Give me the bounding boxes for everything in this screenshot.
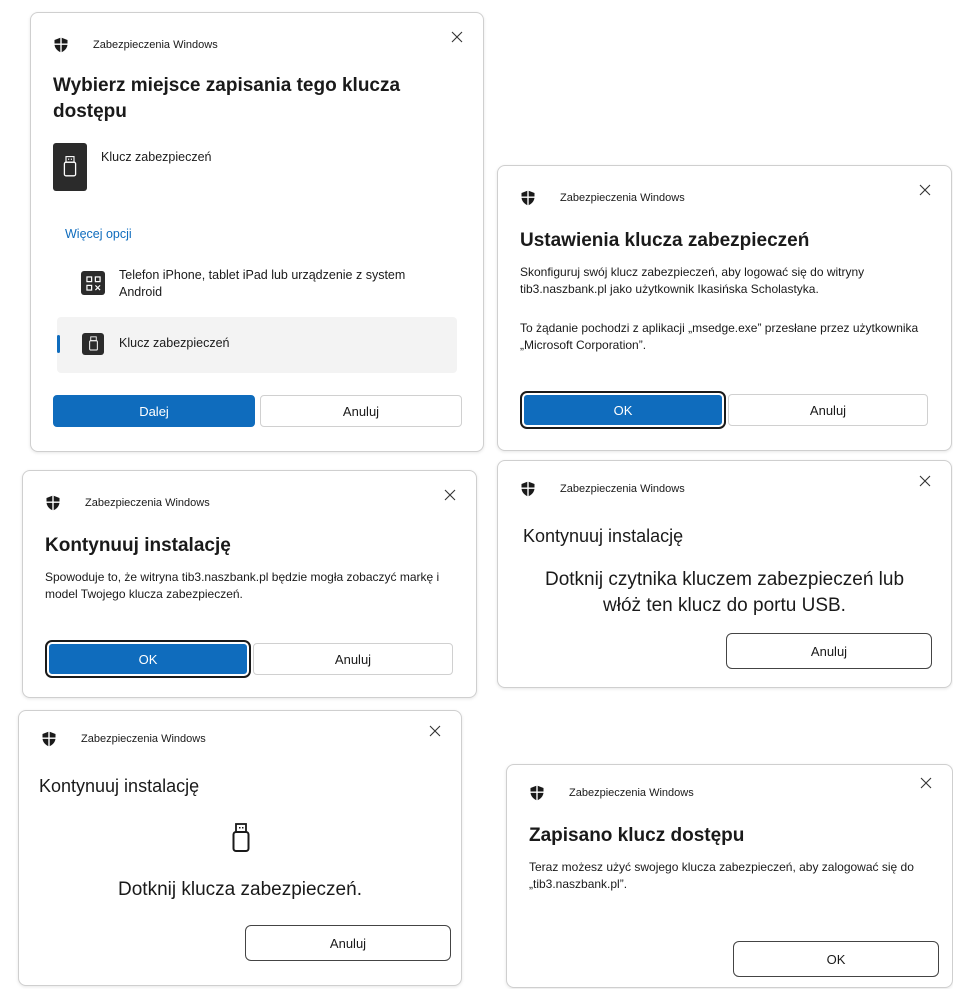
app-name: Zabezpieczenia Windows: [93, 39, 218, 51]
dialog-body: Spowoduje to, że witryna tib3.naszbank.p…: [45, 570, 440, 601]
cancel-button[interactable]: Anuluj: [253, 643, 453, 675]
app-name: Zabezpieczenia Windows: [560, 192, 685, 204]
app-name: Zabezpieczenia Windows: [81, 733, 206, 745]
instruction-text: Dotknij klucza zabezpieczeń.: [118, 879, 362, 900]
usb-key-icon: [53, 143, 87, 191]
dialog-body-2: To żądanie pochodzi z aplikacji „msedge.…: [520, 321, 919, 352]
option-label: Telefon iPhone, tablet iPad lub urządzen…: [119, 268, 406, 299]
shield-icon: [54, 37, 68, 53]
selection-indicator: [57, 335, 60, 353]
app-name: Zabezpieczenia Windows: [560, 483, 685, 495]
shield-icon: [521, 481, 535, 497]
dialog-title: Kontynuuj instalację: [45, 535, 231, 556]
close-button[interactable]: [423, 719, 447, 743]
dialog-title: Kontynuuj instalację: [39, 776, 200, 796]
close-button[interactable]: [914, 771, 938, 795]
option-phone-tablet[interactable]: Telefon iPhone, tablet iPad lub urządzen…: [81, 267, 471, 301]
dialog-header: Zabezpieczenia Windows: [41, 729, 206, 749]
instruction-text: Dotknij czytnika kluczem zabezpieczeń lu…: [544, 569, 905, 616]
dialog-body-1: Skonfiguruj swój klucz zabezpieczeń, aby…: [520, 265, 865, 296]
ok-button[interactable]: OK: [733, 941, 939, 977]
dialog-header: Zabezpieczenia Windows: [529, 783, 694, 803]
cancel-button[interactable]: Anuluj: [245, 925, 451, 961]
option-label: Klucz zabezpieczeń: [119, 336, 230, 350]
dialog-title: Wybierz miejsce zapisania tego klucza do…: [53, 75, 401, 122]
close-icon: [444, 489, 456, 501]
close-icon: [451, 31, 463, 43]
close-button[interactable]: [913, 469, 937, 493]
dialog-choose-location: Zabezpieczenia Windows Wybierz miejsce z…: [30, 12, 484, 452]
dialog-title: Kontynuuj instalację: [523, 526, 684, 546]
dialog-header: Zabezpieczenia Windows: [520, 188, 685, 208]
shield-icon: [521, 190, 535, 206]
close-icon: [429, 725, 441, 737]
dialog-touch-reader: Zabezpieczenia Windows Kontynuuj instala…: [497, 460, 952, 688]
dialog-passkey-saved: Zabezpieczenia Windows Zapisano klucz do…: [506, 764, 953, 988]
usb-key-icon: [231, 823, 255, 859]
dialog-touch-key: Zabezpieczenia Windows Kontynuuj instala…: [18, 710, 462, 986]
primary-option-security-key[interactable]: Klucz zabezpieczeń: [53, 143, 211, 191]
cancel-button[interactable]: Anuluj: [260, 395, 462, 427]
close-icon: [919, 475, 931, 487]
cancel-button[interactable]: Anuluj: [726, 633, 932, 669]
close-icon: [920, 777, 932, 789]
option-security-key-selected[interactable]: Klucz zabezpieczeń: [57, 317, 457, 373]
usb-key-icon: [82, 333, 104, 355]
dialog-body: Teraz możesz użyć swojego klucza zabezpi…: [529, 860, 914, 891]
close-button[interactable]: [445, 25, 469, 49]
close-icon: [919, 184, 931, 196]
dialog-title: Ustawienia klucza zabezpieczeń: [520, 230, 810, 251]
dialog-continue-install-consent: Zabezpieczenia Windows Kontynuuj instala…: [22, 470, 477, 698]
shield-icon: [42, 731, 56, 747]
option-label: Klucz zabezpieczeń: [101, 150, 212, 164]
dialog-header: Zabezpieczenia Windows: [520, 479, 685, 499]
shield-icon: [530, 785, 544, 801]
shield-icon: [46, 495, 60, 511]
close-button[interactable]: [913, 178, 937, 202]
cancel-button[interactable]: Anuluj: [728, 394, 928, 426]
dialog-title: Zapisano klucz dostępu: [529, 825, 745, 846]
more-options-link[interactable]: Więcej opcji: [65, 227, 132, 241]
app-name: Zabezpieczenia Windows: [569, 787, 694, 799]
dialog-header: Zabezpieczenia Windows: [53, 35, 218, 55]
ok-button[interactable]: OK: [45, 640, 251, 678]
dialog-header: Zabezpieczenia Windows: [45, 493, 210, 513]
qr-code-icon: [81, 271, 105, 295]
next-button[interactable]: Dalej: [53, 395, 255, 427]
dialog-security-key-setup: Zabezpieczenia Windows Ustawienia klucza…: [497, 165, 952, 451]
app-name: Zabezpieczenia Windows: [85, 497, 210, 509]
ok-button[interactable]: OK: [520, 391, 726, 429]
close-button[interactable]: [438, 483, 462, 507]
